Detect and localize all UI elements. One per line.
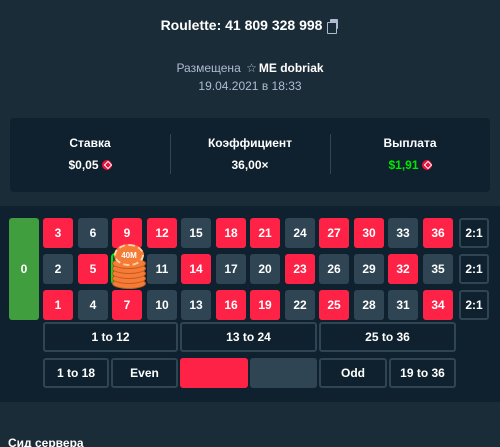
bet-title: Roulette: 41 809 328 998 [160,17,323,33]
number-cell-22[interactable]: 22 [285,290,315,320]
star-icon: ☆ [246,61,257,75]
number-cell-26[interactable]: 26 [319,254,349,284]
number-cell-30[interactable]: 30 [354,218,384,248]
username-link[interactable]: ME dobriak [259,61,324,75]
chip-stack: 40M [112,244,146,289]
column-bet-1[interactable]: 2:1 [459,218,489,248]
number-cell-7[interactable]: 7 [112,290,142,320]
stat-payout-label: Выплата [383,136,437,150]
number-cell-24[interactable]: 24 [285,218,315,248]
stat-multiplier-label: Коэффициент [207,136,293,150]
number-cell-23[interactable]: 23 [285,254,315,284]
number-cell-33[interactable]: 33 [388,218,418,248]
high-bet[interactable]: 19 to 36 [389,358,456,388]
number-cell-32[interactable]: 32 [388,254,418,284]
roulette-board: 0 1 to 12 13 to 24 25 to 36 1 to 18 Even… [0,206,500,402]
gem-icon [101,160,112,170]
stat-bet: Ставка $0,05 [10,118,170,192]
number-cell-18[interactable]: 18 [216,218,246,248]
number-cell-4[interactable]: 4 [78,290,108,320]
server-seed-label: Сид сервера [8,436,84,447]
number-cell-31[interactable]: 31 [388,290,418,320]
odd-bet[interactable]: Odd [319,358,387,388]
gem-icon [421,160,432,170]
number-cell-27[interactable]: 27 [319,218,349,248]
dozen-bet-1[interactable]: 1 to 12 [43,322,178,352]
number-cell-2[interactable]: 2 [43,254,73,284]
dozen-bet-2[interactable]: 13 to 24 [180,322,317,352]
number-cell-10[interactable]: 10 [147,290,177,320]
number-cell-1[interactable]: 1 [43,290,73,320]
column-bet-3[interactable]: 2:1 [459,290,489,320]
number-cell-20[interactable]: 20 [250,254,280,284]
number-cell-19[interactable]: 19 [250,290,280,320]
stat-bet-label: Ставка [69,136,111,150]
stat-multiplier: Коэффициент 36,00× [170,118,330,192]
stat-payout: Выплата $1,91 [330,118,490,192]
placed-by-row: Размещена ☆ ME dobriak [0,61,500,75]
black-bet[interactable] [250,358,317,388]
number-cell-34[interactable]: 34 [423,290,453,320]
number-cell-25[interactable]: 25 [319,290,349,320]
bet-title-row: Roulette: 41 809 328 998 [0,17,500,34]
stat-payout-value-row: $1,91 [330,158,490,172]
stat-payout-value: $1,91 [388,158,419,172]
stat-bet-value: $0,05 [68,158,99,172]
number-cell-36[interactable]: 36 [423,218,453,248]
number-cell-14[interactable]: 14 [181,254,211,284]
red-bet[interactable] [180,358,248,388]
number-cell-3[interactable]: 3 [43,218,73,248]
stat-multiplier-value: 36,00× [231,158,269,172]
even-bet[interactable]: Even [111,358,178,388]
number-cell-0[interactable]: 0 [9,218,39,320]
column-bet-2[interactable]: 2:1 [459,254,489,284]
dozen-bet-3[interactable]: 25 to 36 [319,322,456,352]
low-bet[interactable]: 1 to 18 [43,358,109,388]
number-cell-21[interactable]: 21 [250,218,280,248]
number-cell-35[interactable]: 35 [423,254,453,284]
number-cell-11[interactable]: 11 [147,254,177,284]
number-cell-6[interactable]: 6 [78,218,108,248]
bet-header: Roulette: 41 809 328 998 Размещена ☆ ME d… [0,0,500,112]
copy-icon[interactable] [327,19,339,34]
chip-face: 40M [114,244,144,266]
number-cell-29[interactable]: 29 [354,254,384,284]
number-cell-13[interactable]: 13 [181,290,211,320]
number-cell-15[interactable]: 15 [181,218,211,248]
stat-bet-value-row: $0,05 [10,158,170,172]
bet-date: 19.04.2021 в 18:33 [198,79,302,93]
bet-stats-panel: Ставка $0,05 Коэффициент 36,00× Выплата … [10,118,490,192]
placed-prefix: Размещена [176,61,241,75]
number-cell-16[interactable]: 16 [216,290,246,320]
number-cell-17[interactable]: 17 [216,254,246,284]
number-cell-5[interactable]: 5 [78,254,108,284]
number-cell-28[interactable]: 28 [354,290,384,320]
number-cell-12[interactable]: 12 [147,218,177,248]
